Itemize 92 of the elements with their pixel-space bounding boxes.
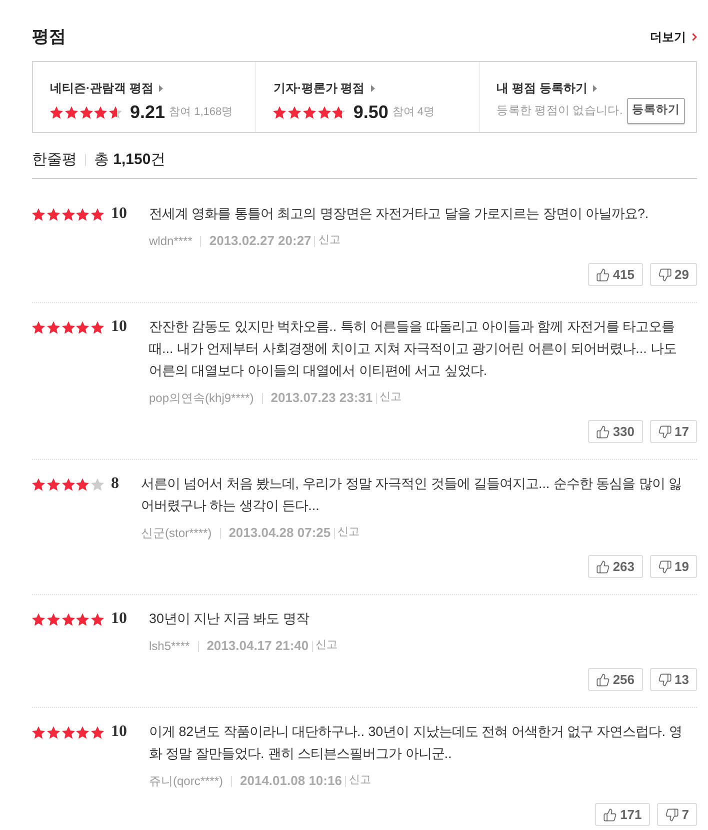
star-icon (46, 208, 60, 220)
review-text: 30년이 지난 지금 봐도 명작 (149, 610, 310, 628)
star-icon (62, 320, 74, 334)
thumbs-up-icon (596, 268, 610, 282)
review-author: lsh5**** (149, 638, 190, 654)
rating-score: 9.50 (353, 101, 388, 123)
rating-link[interactable]: 기자·평론가 평점 (273, 80, 462, 96)
no-rating-message: 등록한 평점이 없습니다. (496, 104, 622, 119)
star-icon (32, 478, 45, 490)
star-icon (62, 478, 74, 490)
star-icon (64, 106, 78, 118)
star-icon (91, 726, 104, 738)
dislike-button[interactable]: 7 (656, 803, 697, 826)
star-icon (46, 478, 60, 490)
thumbs-up-icon (596, 560, 610, 574)
star-icon (62, 726, 74, 738)
star-icon (76, 726, 90, 738)
thumbs-down-icon (658, 560, 672, 574)
review-text: 이게 82년도 작품이라니 대단하구나.. 30년이 지났는데도 전혀 어색한거 없구 자연스럽다. 영화 정말 잘만들었다. 괜히 스티븐스필버그가 아니군.. (149, 723, 684, 763)
thumbs-down-icon (658, 424, 672, 438)
thumbs-up-icon (603, 808, 618, 822)
star-icon (76, 320, 90, 334)
thumbs-up-icon (596, 672, 610, 686)
star-icon (32, 612, 45, 626)
thumbs-up-icon (596, 424, 610, 438)
review-author: pop의연속(khj9****) (149, 390, 254, 406)
dislike-button[interactable]: 29 (650, 263, 697, 286)
reviews-title: 한줄평 (32, 150, 77, 170)
rating-link[interactable]: 네티즌·관람객 평점 (50, 80, 238, 96)
review-author: wldn**** (149, 233, 192, 249)
rating-link[interactable]: 내 평점 등록하기 (496, 80, 685, 96)
like-button[interactable]: 263 (588, 555, 643, 578)
thumbs-down-icon (664, 808, 679, 822)
thumbs-down-icon (658, 268, 672, 282)
star-icon (76, 208, 90, 220)
like-button[interactable]: 415 (588, 263, 643, 286)
like-button[interactable]: 171 (595, 803, 650, 826)
review-date: 2014.01.08 10:16 (240, 773, 342, 789)
star-icon (302, 106, 316, 118)
star-icon (332, 106, 346, 118)
star-icon (32, 320, 45, 334)
star-icon (288, 106, 302, 118)
review-author: 쥬니(qorc****) (149, 773, 224, 789)
dislike-button[interactable]: 19 (650, 555, 697, 578)
like-button[interactable]: 256 (588, 668, 643, 691)
caret-icon (593, 84, 598, 92)
like-button[interactable]: 330 (588, 420, 643, 443)
review-date: 2013.02.27 20:27 (209, 233, 312, 249)
participant-count: 참여 1,168명 (169, 105, 233, 120)
dislike-button[interactable]: 13 (650, 668, 697, 691)
thumbs-down-icon (658, 672, 672, 686)
review-score: 8 (111, 474, 119, 494)
star-icon (91, 478, 104, 490)
review-date: 2013.04.17 21:40 (206, 638, 309, 654)
review-date: 2013.04.28 07:25 (228, 525, 331, 541)
register-button[interactable]: 등록하기 (626, 98, 685, 124)
more-link[interactable]: 더보기 (650, 29, 697, 45)
caret-icon (159, 84, 164, 92)
star-icon (62, 208, 74, 220)
review-author: 신군(stor****) (141, 525, 212, 541)
star-icon (32, 208, 45, 220)
chevron-right-icon (692, 33, 697, 41)
section-title: 평점 (32, 27, 66, 47)
review-text: 잔잔한 감동도 있지만 벅차오름.. 특히 어른들을 따돌리고 아이들과 함께 자전거를 타고오를때... 내가 언제부터 사회경쟁에 치이고 지쳐 자극적이고 광기어린 어른이 되어버렸나... 나도 어른의 대열보다 아이들의 대열에서 이티편에 서고 싶었다. (149, 318, 678, 380)
star-icon (80, 106, 92, 118)
review-date: 2013.07.23 23:31 (270, 390, 373, 406)
rating-score: 9.21 (130, 101, 166, 123)
star-icon (94, 106, 108, 118)
review-score: 10 (111, 317, 127, 337)
review-text: 서른이 넘어서 처음 봤느데, 우리가 정말 자극적인 것들에 길들여지고... 순수한 동심을 많이 잃어버렸구나 하는 생각이 든다... (141, 475, 683, 515)
star-icon (46, 726, 60, 738)
review-score: 10 (111, 722, 127, 742)
star-icon (91, 208, 104, 220)
caret-icon (370, 84, 375, 92)
review-score: 10 (111, 204, 127, 224)
dislike-button[interactable]: 17 (650, 420, 697, 443)
star-icon (62, 612, 74, 626)
star-icon (32, 726, 45, 738)
star-icon (91, 320, 104, 334)
star-icon (91, 612, 104, 626)
star-icon (50, 106, 63, 118)
review-text: 전세계 영화를 통틀어 최고의 명장면은 자전거타고 달을 가로지르는 장면이 아닐까요?. (149, 205, 650, 223)
star-icon (318, 106, 331, 118)
review-total: 총 1,150건 (94, 150, 166, 170)
star-icon (46, 320, 60, 334)
star-icon (109, 106, 122, 118)
participant-count: 참여 4명 (392, 105, 435, 120)
star-icon (76, 478, 90, 490)
star-icon (273, 106, 286, 118)
star-icon (76, 612, 90, 626)
review-score: 10 (111, 609, 127, 629)
star-icon (46, 612, 60, 626)
